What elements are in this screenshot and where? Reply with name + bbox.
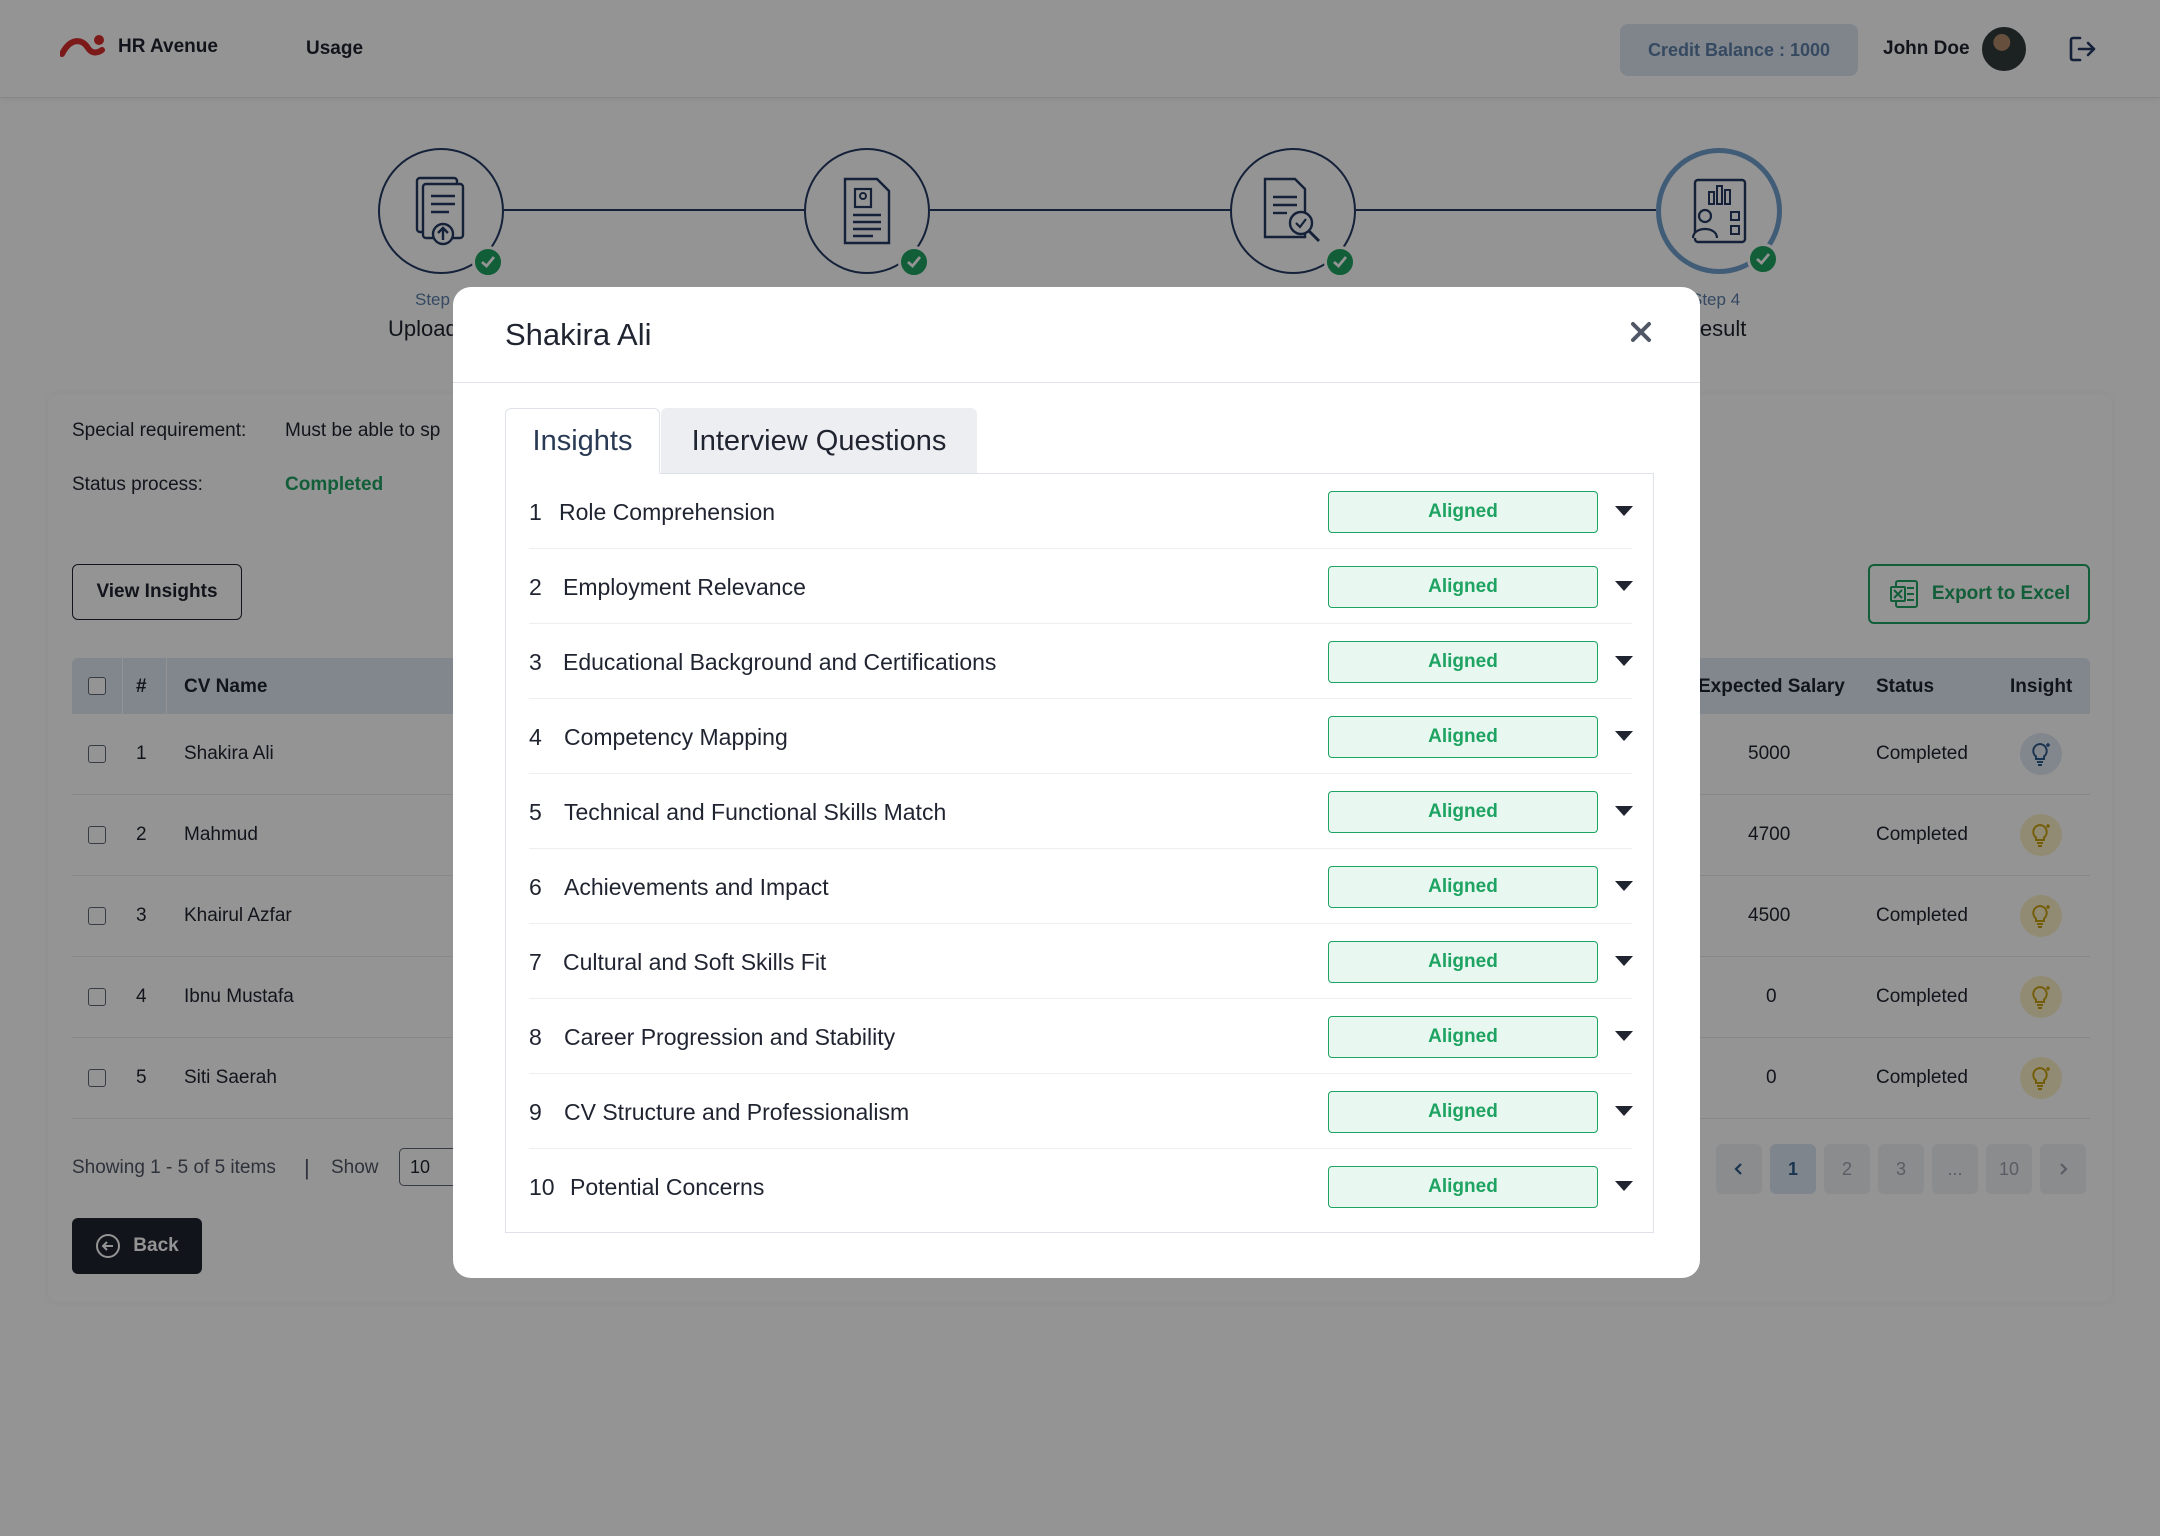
modal-title: Shakira Ali [505,317,652,352]
item-label: Cultural and Soft Skills Fit [563,949,827,975]
item-label: Career Progression and Stability [564,1024,896,1050]
caret-down-icon[interactable] [1615,881,1633,891]
item-label: Employment Relevance [563,574,806,600]
insight-accordion-item[interactable]: 4 Competency Mapping Aligned [529,699,1633,774]
status-badge: Aligned [1328,716,1598,758]
insight-accordion-item[interactable]: 2 Employment Relevance Aligned [529,549,1633,624]
tab-interview-questions[interactable]: Interview Questions [661,408,977,474]
status-badge: Aligned [1328,866,1598,908]
caret-down-icon[interactable] [1615,581,1633,591]
caret-down-icon[interactable] [1615,731,1633,741]
item-number: 4 [529,724,542,750]
caret-down-icon[interactable] [1615,1181,1633,1191]
candidate-modal: Shakira Ali Insights Interview Questions… [453,287,1700,1278]
item-label: Potential Concerns [570,1174,765,1200]
insights-panel: 1 Role Comprehension Aligned 2 Employmen… [505,473,1654,1233]
item-label: Achievements and Impact [564,874,829,900]
item-number: 10 [529,1174,555,1200]
close-icon[interactable] [1626,317,1656,347]
item-label: Technical and Functional Skills Match [564,799,947,825]
caret-down-icon[interactable] [1615,506,1633,516]
insight-accordion-item[interactable]: 1 Role Comprehension Aligned [529,474,1633,549]
status-badge: Aligned [1328,491,1598,533]
insight-accordion-item[interactable]: 3 Educational Background and Certificati… [529,624,1633,699]
status-badge: Aligned [1328,1091,1598,1133]
insight-accordion-item[interactable]: 9 CV Structure and Professionalism Align… [529,1074,1633,1149]
item-number: 9 [529,1099,542,1125]
status-badge: Aligned [1328,941,1598,983]
insight-accordion-item[interactable]: 10 Potential Concerns Aligned [529,1149,1633,1224]
status-badge: Aligned [1328,566,1598,608]
caret-down-icon[interactable] [1615,1031,1633,1041]
item-label: Competency Mapping [564,724,788,750]
item-number: 5 [529,799,542,825]
modal-divider [453,382,1700,383]
caret-down-icon[interactable] [1615,956,1633,966]
item-number: 8 [529,1024,542,1050]
insight-accordion-item[interactable]: 6 Achievements and Impact Aligned [529,849,1633,924]
status-badge: Aligned [1328,1016,1598,1058]
item-label: Role Comprehension [559,499,776,525]
insight-accordion-item[interactable]: 7 Cultural and Soft Skills Fit Aligned [529,924,1633,999]
item-number: 7 [529,949,542,975]
insight-accordion-item[interactable]: 5 Technical and Functional Skills Match … [529,774,1633,849]
item-number: 2 [529,574,542,600]
status-badge: Aligned [1328,791,1598,833]
item-number: 6 [529,874,542,900]
caret-down-icon[interactable] [1615,656,1633,666]
tab-insights[interactable]: Insights [505,408,660,474]
status-badge: Aligned [1328,641,1598,683]
item-label: CV Structure and Professionalism [564,1099,910,1125]
item-number: 1 [529,499,542,525]
item-label: Educational Background and Certification… [563,649,997,675]
caret-down-icon[interactable] [1615,806,1633,816]
status-badge: Aligned [1328,1166,1598,1208]
item-number: 3 [529,649,542,675]
caret-down-icon[interactable] [1615,1106,1633,1116]
insight-accordion-item[interactable]: 8 Career Progression and Stability Align… [529,999,1633,1074]
